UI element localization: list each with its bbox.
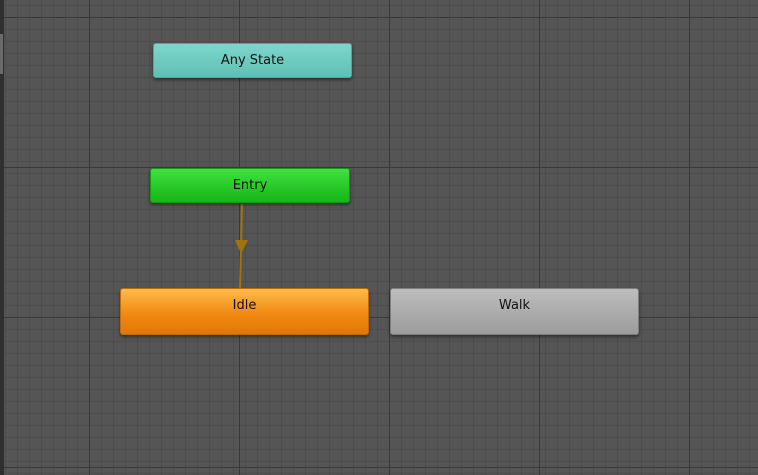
panel-edge-handle[interactable] [0,34,3,74]
state-node-idle[interactable]: Idle [120,288,369,335]
state-label: Any State [220,53,285,68]
state-node-walk[interactable]: Walk [390,288,639,335]
animator-graph-canvas[interactable] [4,0,758,475]
state-node-any-state[interactable]: Any State [153,43,352,78]
state-label: Walk [498,298,531,313]
state-label: Idle [232,298,257,313]
state-label: Entry [232,178,268,193]
state-node-entry[interactable]: Entry [150,168,350,203]
